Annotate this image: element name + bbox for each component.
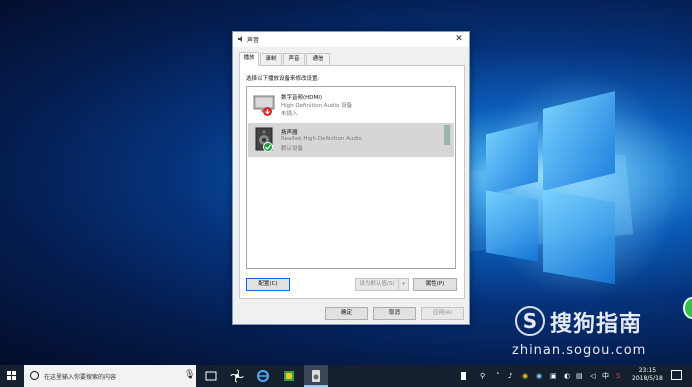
watermark-url: zhinan.sogou.com bbox=[512, 343, 647, 358]
network-icon[interactable]: ♪ bbox=[508, 370, 512, 382]
start-button[interactable] bbox=[0, 365, 24, 387]
windows-icon bbox=[7, 371, 17, 381]
volume-icon[interactable]: ◁ bbox=[590, 370, 595, 382]
clock-date: 2018/5/18 bbox=[632, 375, 663, 382]
device-item-speaker[interactable]: 扬声器 Realtek High Definition Audio 默认设备 bbox=[248, 123, 454, 157]
apply-button[interactable]: 应用(A) bbox=[421, 307, 464, 320]
playback-panel: 选择以下播放设备来修改设置: 数字音频(HDMI) High Definitio… bbox=[239, 65, 465, 299]
edge-browser-icon[interactable] bbox=[256, 369, 270, 383]
chevron-down-icon[interactable]: ▾ bbox=[398, 279, 408, 290]
tab-playback[interactable]: 播放 bbox=[239, 52, 259, 66]
task-view-icon[interactable] bbox=[204, 369, 218, 383]
windows-logo-pane bbox=[543, 189, 615, 285]
clock[interactable]: 23:15 2018/5/18 bbox=[632, 367, 663, 383]
app-tray-icon[interactable]: ▤ bbox=[576, 370, 583, 382]
device-status: 未插入 bbox=[281, 111, 298, 117]
app-tray-icon[interactable]: ◉ bbox=[522, 370, 528, 382]
device-name: 扬声器 bbox=[281, 130, 298, 136]
cortana-circle-icon bbox=[30, 371, 39, 380]
device-status: 默认设备 bbox=[281, 146, 304, 152]
speaker-small-icon bbox=[237, 35, 245, 43]
show-hidden-icon[interactable] bbox=[461, 369, 467, 383]
app-tray-icon[interactable]: ◉ bbox=[536, 370, 542, 382]
sogou-logo-icon: S bbox=[515, 306, 545, 336]
app-tray-icon[interactable]: ◐ bbox=[564, 370, 570, 382]
tab-recording[interactable]: 录制 bbox=[260, 53, 282, 65]
dialog-titlebar[interactable]: 声音 ✕ bbox=[233, 32, 469, 47]
floating-green-badge[interactable] bbox=[683, 297, 692, 319]
search-placeholder: 在这里输入你要搜索的内容 bbox=[44, 374, 117, 381]
device-driver: Realtek High Definition Audio bbox=[281, 136, 362, 142]
device-item-hdmi[interactable]: 数字音频(HDMI) High Definition Audio 设备 未插入 bbox=[248, 88, 454, 122]
ok-button[interactable]: 确定 bbox=[325, 307, 368, 320]
device-list: 数字音频(HDMI) High Definition Audio 设备 未插入 bbox=[246, 86, 456, 269]
cancel-button[interactable]: 取消 bbox=[373, 307, 416, 320]
properties-button[interactable]: 属性(P) bbox=[413, 278, 457, 291]
files-app-icon[interactable] bbox=[282, 369, 296, 383]
taskbar-search-box[interactable]: 在这里输入你要搜索的内容 🎙 bbox=[24, 365, 196, 387]
configure-button[interactable]: 配置(C) bbox=[246, 278, 290, 291]
ime-indicator[interactable]: 中 bbox=[602, 370, 609, 382]
fan-app-icon[interactable] bbox=[230, 369, 244, 383]
tab-communications[interactable]: 通信 bbox=[306, 53, 330, 65]
sound-dialog: 声音 ✕ 播放 录制 声音 通信 选择以下播放设备来修改设置: 数字音频(HDM… bbox=[232, 31, 470, 325]
instruction-text: 选择以下播放设备来修改设置: bbox=[246, 76, 320, 82]
device-driver: High Definition Audio 设备 bbox=[281, 103, 353, 109]
chevron-up-icon[interactable]: ˄ bbox=[496, 370, 500, 382]
clock-time: 23:15 bbox=[638, 367, 657, 374]
people-icon[interactable]: ⚲ bbox=[480, 370, 485, 382]
device-name: 数字音频(HDMI) bbox=[281, 95, 323, 101]
volume-level-meter bbox=[444, 125, 450, 145]
unplugged-badge bbox=[263, 107, 272, 116]
default-check-badge bbox=[263, 142, 273, 152]
microphone-icon[interactable]: 🎙 bbox=[184, 370, 195, 380]
app-tray-icon[interactable]: ▣ bbox=[550, 370, 557, 382]
set-default-label: 设为默认值(S) bbox=[359, 281, 395, 287]
close-button[interactable]: ✕ bbox=[453, 33, 465, 45]
ime-tool-icon[interactable]: S bbox=[616, 370, 620, 382]
set-default-button[interactable]: 设为默认值(S) ▾ bbox=[355, 278, 409, 291]
tab-sounds[interactable]: 声音 bbox=[283, 53, 305, 65]
notification-center-icon[interactable] bbox=[671, 370, 682, 380]
sound-settings-taskbar-item[interactable] bbox=[304, 365, 328, 387]
dialog-title: 声音 bbox=[247, 37, 260, 44]
windows-logo-pane bbox=[486, 190, 538, 262]
watermark-brand: 搜狗指南 bbox=[550, 312, 643, 337]
taskbar: 在这里输入你要搜索的内容 🎙 ⚲ ˄ ♪ ◉ ◉ ▣ ◐ ▤ ◁ 中 S 23:… bbox=[0, 365, 692, 387]
